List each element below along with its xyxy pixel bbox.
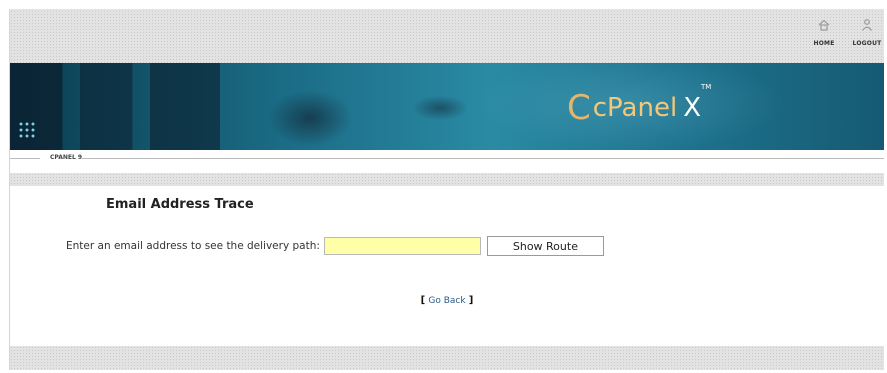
banner-dots-decoration xyxy=(18,121,36,139)
breadcrumb-divider xyxy=(82,158,884,159)
page-title: Email Address Trace xyxy=(106,197,254,212)
footer-bar xyxy=(10,346,884,370)
cpanel-logo: C cPanel XTM xyxy=(567,83,712,128)
go-back-link[interactable]: Go Back xyxy=(428,296,465,306)
logout-nav[interactable]: LOGOUT xyxy=(845,18,884,47)
cpanel-logo-mark: C xyxy=(567,88,591,128)
top-toolbar: HOME LOGOUT xyxy=(10,10,884,63)
logout-label: LOGOUT xyxy=(852,40,882,47)
page-frame: HOME LOGOUT C cPanel XTM CPANEL 9 Email … xyxy=(9,9,884,370)
email-prompt-label: Enter an email address to see the delive… xyxy=(66,240,320,252)
bracket-right: ] xyxy=(468,295,474,306)
email-address-input[interactable] xyxy=(323,237,481,255)
trace-form: Enter an email address to see the delive… xyxy=(66,236,604,256)
show-route-button[interactable]: Show Route xyxy=(486,236,604,256)
logout-icon xyxy=(862,19,872,31)
breadcrumb: CPANEL 9 xyxy=(10,150,884,173)
home-nav[interactable]: HOME xyxy=(802,18,846,47)
breadcrumb-divider xyxy=(10,158,40,159)
breadcrumb-label: CPANEL 9 xyxy=(50,154,83,161)
home-icon xyxy=(818,19,830,31)
bracket-left: [ xyxy=(420,295,426,306)
main-content: Email Address Trace Enter an email addre… xyxy=(10,186,884,346)
cpanel-logo-name: cPanel xyxy=(592,93,678,123)
home-label: HOME xyxy=(813,40,835,47)
cpanel-logo-x: XTM xyxy=(683,83,712,123)
go-back-row: [ Go Back ] xyxy=(10,295,884,306)
header-banner: C cPanel XTM xyxy=(10,63,884,150)
sub-toolbar xyxy=(10,173,884,186)
